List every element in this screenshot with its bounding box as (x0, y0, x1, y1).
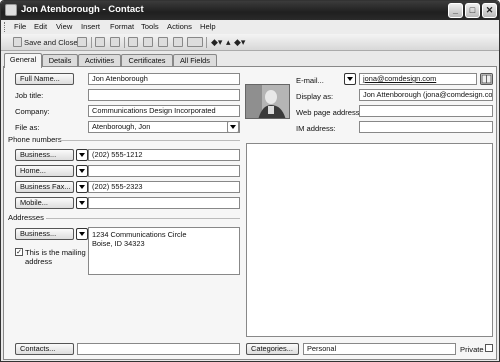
menu-help[interactable]: Help (200, 22, 216, 31)
menu-insert[interactable]: Insert (81, 22, 100, 31)
display-as-label: Display as: (296, 92, 334, 101)
tab-strip: General Details Activities Certificates … (1, 53, 499, 68)
email-dropdown-icon[interactable] (344, 73, 356, 85)
close-button[interactable]: ✕ (482, 3, 497, 18)
toolbar-separator (124, 37, 125, 48)
email-label: E-mail... (296, 76, 324, 85)
file-as-select[interactable]: Atenborough, Jon (88, 121, 240, 133)
phone-type-dropdown-icon[interactable] (76, 181, 88, 193)
menu-edit[interactable]: Edit (34, 22, 47, 31)
attach-icon[interactable] (110, 37, 120, 47)
menu-view[interactable]: View (56, 22, 72, 31)
up-arrow-icon[interactable]: ▴ (226, 37, 231, 48)
toolbar-separator (91, 37, 92, 48)
notes-area[interactable] (246, 143, 493, 337)
address-type-button[interactable]: Business... (15, 228, 74, 240)
phone-field-home[interactable] (88, 165, 240, 177)
addresses-section-label: Addresses (8, 213, 44, 222)
save-icon (13, 37, 22, 47)
phone-type-dropdown-icon[interactable] (76, 149, 88, 161)
menu-bar: File Edit View Insert Format Tools Actio… (1, 20, 499, 34)
picture-icon[interactable] (173, 37, 183, 47)
contact-window: Jon Atenborough - Contact _ □ ✕ File Edi… (0, 0, 500, 362)
phone-field-business-fax[interactable]: (202) 555-2323 (88, 181, 240, 193)
save-disk-icon[interactable] (77, 37, 87, 47)
menu-actions[interactable]: Actions (167, 22, 192, 31)
full-name-button[interactable]: Full Name... (15, 73, 74, 85)
phone-section-divider (60, 140, 240, 141)
categories-field[interactable]: Personal (303, 343, 456, 355)
job-title-label: Job title: (15, 91, 44, 100)
display-as-field[interactable]: Jon Attenborough (jona@comdesign.com) (359, 89, 493, 101)
tools-icon[interactable] (143, 37, 153, 47)
print-icon[interactable] (95, 37, 105, 47)
full-name-field[interactable]: Jon Atenborough (88, 73, 240, 85)
address-line-1: 1234 Communications Circle (92, 230, 187, 239)
menu-format[interactable]: Format (110, 22, 134, 31)
menu-tools[interactable]: Tools (141, 22, 159, 31)
email-field[interactable]: jona@comdesign.com (359, 73, 477, 85)
phone-numbers-section-label: Phone numbers (8, 135, 62, 144)
next-item-icon[interactable]: ◆▾ (234, 37, 245, 48)
contact-card-icon (5, 4, 17, 16)
im-address-label: IM address: (296, 124, 336, 133)
calendar-dropdown-icon[interactable] (187, 37, 203, 47)
address-line-2: Boise, ID 34323 (92, 239, 145, 248)
contacts-field[interactable] (77, 343, 240, 355)
minimize-button[interactable]: _ (448, 3, 463, 18)
im-address-field[interactable] (359, 121, 493, 133)
previous-item-icon[interactable]: ◆▾ (211, 37, 222, 48)
phone-field-mobile[interactable] (88, 197, 240, 209)
address-book-button[interactable] (480, 73, 493, 85)
general-panel: Full Name... Jon Atenborough Job title: … (3, 66, 497, 360)
business-card-icon[interactable] (158, 37, 168, 47)
phone-type-button-home[interactable]: Home... (15, 165, 74, 177)
maximize-button[interactable]: □ (465, 3, 480, 18)
private-label: Private (460, 345, 484, 354)
menu-file[interactable]: File (14, 22, 26, 31)
mailing-address-label-line1: This is the mailing (25, 248, 86, 257)
save-and-close-button[interactable]: Save and Close (24, 37, 78, 48)
mailing-address-label-line2: address (25, 257, 53, 266)
file-as-label: File as: (15, 123, 40, 132)
menu-grip[interactable] (4, 22, 7, 32)
phone-type-dropdown-icon[interactable] (76, 165, 88, 177)
address-book-icon (481, 74, 492, 84)
phone-type-dropdown-icon[interactable] (76, 197, 88, 209)
phone-type-button-mobile[interactable]: Mobile... (15, 197, 74, 209)
tab-general[interactable]: General (4, 53, 42, 68)
mailing-address-checkbox[interactable]: ✓ (15, 248, 23, 256)
web-page-field[interactable] (359, 105, 493, 117)
contact-photo[interactable] (245, 84, 290, 119)
phone-field-business[interactable]: (202) 555-1212 (88, 149, 240, 161)
phone-type-button-business[interactable]: Business... (15, 149, 74, 161)
flag-icon[interactable] (128, 37, 138, 47)
address-type-dropdown-icon[interactable] (76, 228, 88, 240)
private-checkbox[interactable] (485, 344, 493, 352)
window-title: Jon Atenborough - Contact (21, 4, 144, 15)
contact-photo-image (246, 85, 289, 118)
contacts-button[interactable]: Contacts... (15, 343, 74, 355)
file-as-dropdown-icon[interactable] (227, 121, 239, 133)
categories-button[interactable]: Categories... (246, 343, 299, 355)
address-section-divider (46, 218, 240, 219)
job-title-field[interactable] (88, 89, 240, 101)
company-label: Company: (15, 107, 50, 116)
address-textarea[interactable]: 1234 Communications Circle Boise, ID 343… (88, 227, 240, 275)
company-field[interactable]: Communications Design Incorporated (88, 105, 240, 117)
title-bar: Jon Atenborough - Contact _ □ ✕ (1, 1, 499, 20)
web-page-label: Web page address: (296, 108, 362, 117)
toolbar: Save and Close ◆▾ ▴ ◆▾ (1, 34, 499, 51)
phone-type-button-business-fax[interactable]: Business Fax... (15, 181, 74, 193)
toolbar-separator (206, 37, 207, 48)
email-value: jona@comdesign.com (363, 74, 437, 83)
